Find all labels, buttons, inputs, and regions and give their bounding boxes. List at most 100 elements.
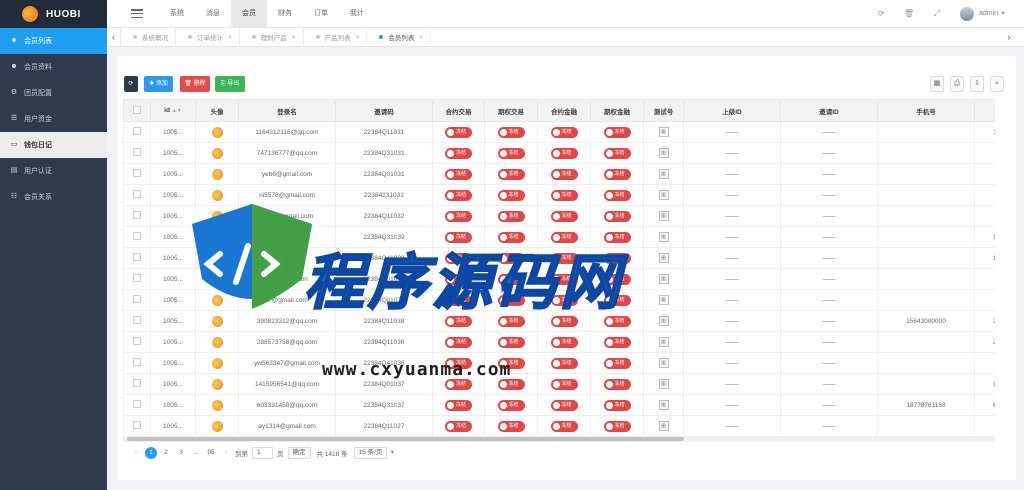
export-icon[interactable]: ⇩: [970, 76, 984, 92]
contract-trade-toggle[interactable]: 冻结: [445, 315, 472, 327]
row-checkbox[interactable]: [133, 148, 141, 156]
option-finance-toggle[interactable]: 冻结: [603, 252, 631, 264]
add-button[interactable]: ✚ 添加: [144, 76, 173, 92]
topnav-item-0[interactable]: 系统: [159, 0, 195, 28]
fullscreen-icon[interactable]: ⤢: [932, 9, 942, 19]
option-trade-toggle[interactable]: 冻结: [497, 399, 525, 411]
row-checkbox[interactable]: [133, 127, 141, 135]
option-trade-toggle[interactable]: 冻结: [497, 126, 525, 138]
username[interactable]: admin: [979, 10, 998, 17]
prev-page-icon[interactable]: ‹: [130, 447, 142, 459]
tab-3[interactable]: 产品列表 ×: [304, 27, 368, 47]
test-account-icon[interactable]: ▥: [658, 274, 669, 284]
option-trade-toggle[interactable]: 冻结: [497, 294, 525, 306]
option-trade-toggle[interactable]: 冻结: [497, 189, 525, 201]
topnav-item-3[interactable]: 财务: [267, 0, 303, 28]
refresh-button[interactable]: ⟳: [124, 76, 138, 92]
row-checkbox[interactable]: [133, 295, 141, 303]
close-icon[interactable]: ×: [419, 34, 423, 41]
contract-finance-toggle[interactable]: 冻结: [550, 357, 578, 369]
tab-scroll-left-icon[interactable]: ‹: [107, 27, 121, 47]
option-finance-toggle[interactable]: 冻结: [603, 147, 631, 159]
row-checkbox[interactable]: [133, 232, 141, 240]
contract-trade-toggle[interactable]: 冻结: [445, 357, 472, 369]
test-account-icon[interactable]: ▥: [658, 421, 669, 431]
next-page-icon[interactable]: ›: [220, 447, 232, 459]
horizontal-scrollbar[interactable]: [123, 436, 995, 442]
row-checkbox[interactable]: [133, 316, 141, 324]
test-account-icon[interactable]: ▥: [658, 211, 669, 221]
contract-finance-toggle[interactable]: 冻结: [550, 336, 578, 348]
test-account-icon[interactable]: ▥: [658, 295, 669, 305]
row-checkbox[interactable]: [133, 358, 141, 366]
sidebar-item-6[interactable]: ☷ 会员关系: [0, 184, 107, 210]
page-size-select[interactable]: 15 条/页: [353, 447, 388, 459]
avatar[interactable]: [959, 6, 974, 21]
test-account-icon[interactable]: ▥: [658, 358, 669, 368]
contract-trade-toggle[interactable]: 冻结: [445, 168, 472, 180]
option-trade-toggle[interactable]: 冻结: [497, 273, 525, 285]
contract-finance-toggle[interactable]: 冻结: [550, 420, 578, 432]
option-trade-toggle[interactable]: 冻结: [497, 357, 525, 369]
option-trade-toggle[interactable]: 冻结: [497, 315, 525, 327]
contract-trade-toggle[interactable]: 冻结: [445, 210, 472, 222]
option-finance-toggle[interactable]: 冻结: [603, 378, 631, 390]
row-checkbox[interactable]: [133, 253, 141, 261]
chevron-down-icon[interactable]: ▼: [1000, 11, 1006, 17]
test-account-icon[interactable]: ▥: [658, 190, 669, 200]
page-link-0[interactable]: 2: [160, 447, 172, 459]
print-icon[interactable]: ⎙: [950, 76, 964, 92]
trash-icon[interactable]: 🗑: [904, 9, 914, 19]
contract-trade-toggle[interactable]: 冻结: [445, 189, 472, 201]
column-header[interactable]: [123, 99, 151, 122]
sort-icon[interactable]: ▲▼: [172, 108, 182, 114]
contract-finance-toggle[interactable]: 冻结: [550, 399, 578, 411]
option-finance-toggle[interactable]: 冻结: [603, 357, 631, 369]
contract-finance-toggle[interactable]: 冻结: [550, 231, 578, 243]
contract-finance-toggle[interactable]: 冻结: [550, 168, 578, 180]
menu-toggle-icon[interactable]: [131, 9, 143, 18]
test-account-icon[interactable]: ▥: [658, 337, 669, 347]
option-finance-toggle[interactable]: 冻结: [603, 294, 631, 306]
page-link-3[interactable]: 95: [205, 447, 217, 459]
test-account-icon[interactable]: ▥: [658, 232, 669, 242]
option-trade-toggle[interactable]: 冻结: [497, 210, 525, 222]
option-finance-toggle[interactable]: 冻结: [603, 126, 631, 138]
row-checkbox[interactable]: [133, 190, 141, 198]
tab-0[interactable]: 系统概况: [121, 27, 176, 47]
refresh-icon[interactable]: ⟳: [876, 9, 886, 19]
row-checkbox[interactable]: [133, 274, 141, 282]
contract-finance-toggle[interactable]: 冻结: [550, 210, 578, 222]
option-trade-toggle[interactable]: 冻结: [497, 420, 525, 432]
chevron-down-icon[interactable]: ▼: [389, 450, 395, 456]
column-header[interactable]: id ▲▼: [150, 99, 196, 122]
option-finance-toggle[interactable]: 冻结: [603, 420, 631, 432]
close-icon[interactable]: ×: [228, 34, 232, 41]
option-finance-toggle[interactable]: 冻结: [603, 189, 631, 201]
test-account-icon[interactable]: ▥: [658, 169, 669, 179]
option-trade-toggle[interactable]: 冻结: [497, 168, 525, 180]
test-account-icon[interactable]: ▥: [658, 400, 669, 410]
row-checkbox[interactable]: [133, 379, 141, 387]
contract-trade-toggle[interactable]: 冻结: [445, 231, 472, 243]
contract-trade-toggle[interactable]: 冻结: [445, 126, 472, 138]
search-icon[interactable]: ⌕: [990, 76, 1004, 92]
contract-trade-toggle[interactable]: 冻结: [445, 399, 472, 411]
option-finance-toggle[interactable]: 冻结: [603, 231, 631, 243]
test-account-icon[interactable]: ▥: [658, 148, 669, 158]
delete-button[interactable]: 🗑 删除: [180, 76, 210, 92]
option-finance-toggle[interactable]: 冻结: [603, 168, 631, 180]
sidebar-item-0[interactable]: ☻ 会员列表: [0, 28, 107, 54]
test-account-icon[interactable]: ▥: [658, 253, 669, 263]
contract-finance-toggle[interactable]: 冻结: [550, 252, 578, 264]
contract-trade-toggle[interactable]: 冻结: [445, 294, 472, 306]
goto-page-input[interactable]: 1: [252, 447, 273, 459]
row-checkbox[interactable]: [133, 169, 141, 177]
option-finance-toggle[interactable]: 冻结: [603, 273, 631, 285]
contract-finance-toggle[interactable]: 冻结: [550, 147, 578, 159]
logo[interactable]: HUOBI: [0, 0, 107, 28]
columns-icon[interactable]: ▦: [930, 76, 944, 92]
close-icon[interactable]: ×: [292, 34, 296, 41]
page-current[interactable]: 1: [145, 447, 157, 459]
contract-finance-toggle[interactable]: 冻结: [550, 294, 578, 306]
